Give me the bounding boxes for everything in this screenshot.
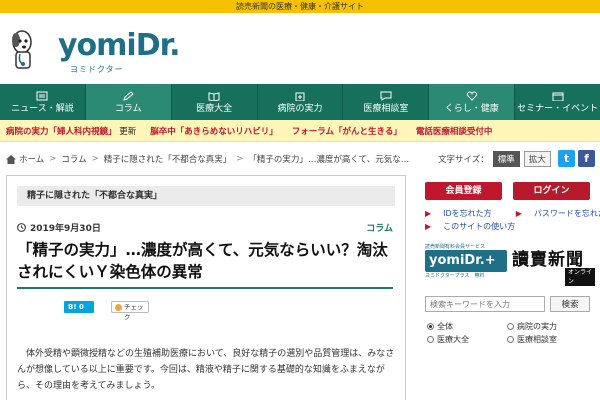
yomidr-plus-banner[interactable]: 読売新聞有料会員サービス yomiDr.+ ヨミドクタープラス 無料 <box>425 243 507 279</box>
nav-label: 医療相談室 <box>363 103 409 114</box>
hatena-bookmark-button[interactable]: B! 0 <box>64 301 94 313</box>
plus-caption: 読売新聞有料会員サービス <box>425 244 486 250</box>
title-divider <box>17 287 393 289</box>
feature-link-phone[interactable]: 電話医療相談受付中 <box>416 125 493 137</box>
breadcrumb: ホーム > コラム > 精子に隠された「不都合な真実」 > 「精子の実力」…濃度… <box>6 152 409 166</box>
nav-label: コラム <box>114 103 142 114</box>
breadcrumb-current: 「精子の実力」…濃度が高くて、元気な… <box>248 155 410 165</box>
article-title: 「精子の実力」…濃度が高くて、元気ならいい？淘汰されにくいＹ染色体の異常 <box>17 241 388 281</box>
date-text: 2019年9月30日 <box>30 224 101 234</box>
nav-item-hospital[interactable]: 病院の実力 <box>256 84 343 120</box>
feature-link-hospital[interactable]: 病院の実力「婦人科内視鏡」 更新 <box>6 125 136 137</box>
book-icon <box>208 91 220 101</box>
nav-item-consult[interactable]: 医療相談室 <box>342 84 428 120</box>
nav-label: 病院の実力 <box>277 103 323 114</box>
article-card: 精子に隠された「不都合な真実」 2019年9月30日 コラム 「精子の実力」…濃… <box>6 175 406 400</box>
register-button[interactable]: 会員登録 <box>425 182 502 200</box>
font-size-control: 文字サイズ： 標準 拡大 <box>438 151 551 167</box>
site-search: 検索 <box>425 296 590 312</box>
font-size-label: 文字サイズ： <box>438 155 489 165</box>
breadcrumb-series[interactable]: 精子に隠された「不都合な真実」 <box>104 153 232 165</box>
heart-icon <box>466 91 477 101</box>
font-size-standard-button[interactable]: 標準 <box>492 151 520 167</box>
scope-radio-consult[interactable]: 医療相談室 <box>507 334 587 345</box>
article-category[interactable]: コラム <box>366 221 393 234</box>
online-badge: オンライン <box>565 268 595 286</box>
forgot-id-link[interactable]: ▶ IDを忘れた方 <box>425 207 504 220</box>
nav-label: 医療大全 <box>196 103 233 114</box>
plus-subcaption: ヨミドクタープラス 無料 <box>425 273 485 279</box>
site-logo[interactable]: yomiDr. ヨミドクター <box>8 28 181 74</box>
radio-icon <box>507 336 514 343</box>
nav-item-seminar[interactable]: セミナー・イベント <box>514 84 600 120</box>
radio-icon <box>427 336 434 343</box>
home-icon <box>6 154 16 164</box>
logo-wordmark: yomiDr. <box>58 28 181 63</box>
login-button[interactable]: ログイン <box>513 182 590 200</box>
chat-icon <box>380 91 392 101</box>
radio-icon <box>507 323 514 330</box>
newspaper-icon <box>36 91 48 100</box>
partner-banners: 読売新聞有料会員サービス yomiDr.+ ヨミドクタープラス 無料 讀賣新聞 … <box>425 243 595 286</box>
nav-label: セミナー・イベント <box>517 103 599 114</box>
chevron-right-icon: > <box>91 154 99 164</box>
article-body: 体外受精や顕微授精などの生殖補助医療において、良好な精子の選別や品質管理は、みな… <box>17 349 395 391</box>
site-tagline-bar: 読売新聞の医療・健康・介護サイト <box>0 0 600 13</box>
main-nav: ニュース・解説 コラム 医療大全 病院の実力 医療相談室 くらし・健康 セミナー… <box>0 84 600 120</box>
breadcrumb-home[interactable]: ホーム <box>19 153 44 165</box>
radio-checked-icon <box>427 323 434 330</box>
site-usage-link[interactable]: ▶ このサイトの使い方 <box>425 220 527 233</box>
yomiuri-online-banner[interactable]: 讀賣新聞 <box>512 245 584 270</box>
chevron-right-icon: > <box>49 154 57 164</box>
chevron-right-icon: > <box>236 154 244 164</box>
feature-links-bar: 病院の実力「婦人科内視鏡」 更新 脳卒中「あきらめないリハビリ」 フォーラム「が… <box>0 120 600 142</box>
nav-item-encyclopedia[interactable]: 医療大全 <box>170 84 257 120</box>
feature-link-stroke[interactable]: 脳卒中「あきらめないリハビリ」 <box>150 125 278 137</box>
nav-item-news[interactable]: ニュース・解説 <box>0 84 85 120</box>
hospital-icon <box>295 92 305 101</box>
breadcrumb-column[interactable]: コラム <box>61 153 86 165</box>
check-button[interactable]: チェック <box>111 301 149 321</box>
plus-logo: yomiDr.+ <box>425 250 507 272</box>
account-links: ▶IDを忘れた方 ▶パスワードを忘れた方 ▶このサイトの使い方 <box>425 207 600 233</box>
pen-icon <box>123 90 135 101</box>
scope-radio-encyclopedia[interactable]: 医療大全 <box>427 334 507 345</box>
forgot-password-link[interactable]: ▶パスワードを忘れた方 <box>516 207 600 220</box>
series-title[interactable]: 精子に隠された「不都合な真実」 <box>17 186 395 206</box>
clock-icon <box>17 223 26 232</box>
twitter-icon[interactable]: t <box>558 150 575 167</box>
doctor-dog-icon <box>12 30 32 69</box>
nav-item-column[interactable]: コラム <box>84 84 171 120</box>
facebook-icon[interactable]: f <box>578 150 595 167</box>
nav-label: ニュース・解説 <box>11 103 74 114</box>
logo-subtitle: ヨミドクター <box>70 65 124 74</box>
calendar-icon <box>552 92 564 101</box>
scope-radio-hospital[interactable]: 病院の実力 <box>507 321 587 332</box>
font-size-large-button[interactable]: 拡大 <box>523 151 551 167</box>
check-icon <box>115 304 122 311</box>
feature-link-forum[interactable]: フォーラム「がんと生きる」 <box>292 125 402 137</box>
nav-label: くらし・健康 <box>444 103 499 114</box>
search-scope: 全体 病院の実力 医療大全 医療相談室 <box>427 320 592 346</box>
search-button[interactable]: 検索 <box>550 296 590 312</box>
nav-item-lifestyle[interactable]: くらし・健康 <box>428 84 515 120</box>
article-date: 2019年9月30日 <box>17 221 101 234</box>
scope-radio-all[interactable]: 全体 <box>427 321 507 332</box>
sidebar-account: 会員登録 ログイン ▶IDを忘れた方 ▶パスワードを忘れた方 ▶このサイトの使い… <box>425 182 600 233</box>
search-input[interactable] <box>425 296 545 312</box>
